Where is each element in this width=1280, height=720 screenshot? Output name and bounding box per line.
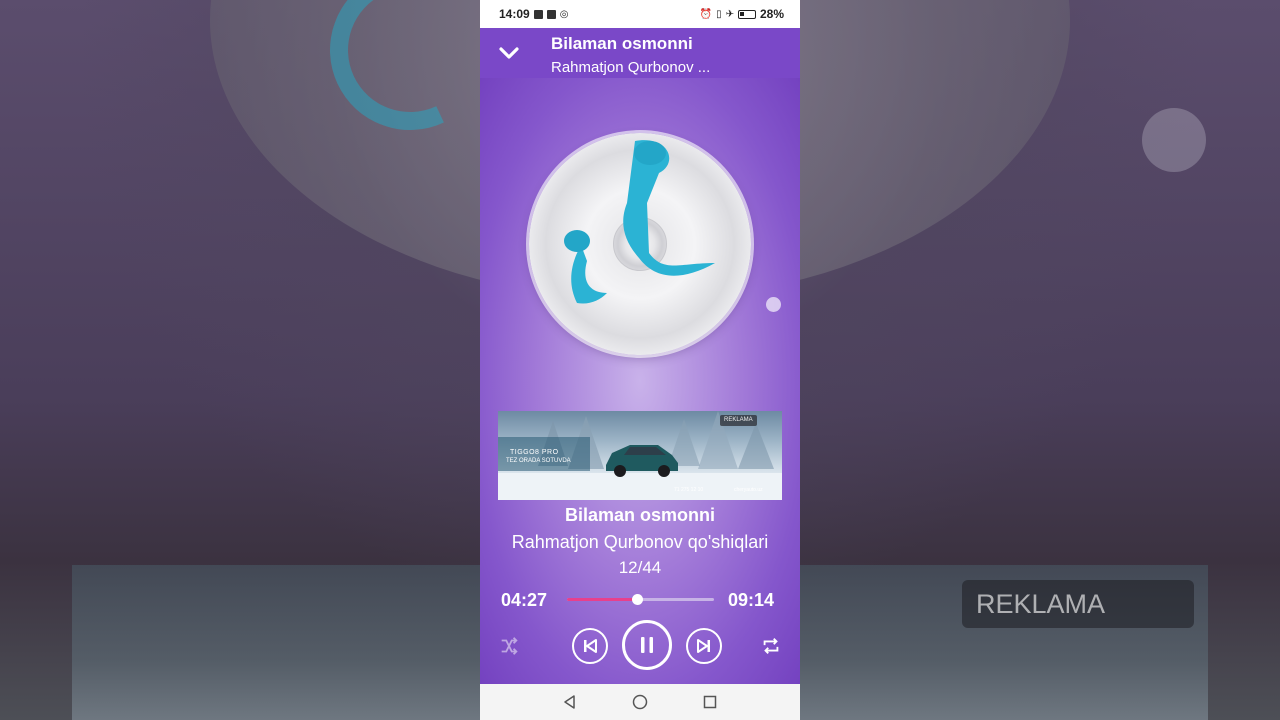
header-subtitle: Rahmatjon Qurbonov ... xyxy=(551,59,711,76)
chevron-down-icon xyxy=(499,47,519,59)
player-body: TIGGO8 PRO TEZ ORADA SOTUVDA REKLAMA 71 … xyxy=(480,78,800,684)
ad-phone: 71 275 12 10 xyxy=(674,487,704,493)
seek-bar-thumb[interactable] xyxy=(632,594,644,605)
track-title: Bilaman osmonni xyxy=(564,505,716,525)
previous-button[interactable] xyxy=(572,628,608,664)
ad-banner[interactable]: TIGGO8 PRO TEZ ORADA SOTUVDA REKLAMA 71 … xyxy=(498,411,782,500)
header-title: Bilaman osmonni xyxy=(551,34,693,53)
status-time: 14:09 xyxy=(499,7,530,21)
seek-bar[interactable] xyxy=(567,594,714,605)
backdrop-dot xyxy=(1142,108,1206,172)
nav-back-icon xyxy=(564,695,575,709)
ad-site: cheryauto.uz xyxy=(734,487,763,493)
nav-home-button[interactable] xyxy=(630,692,650,712)
skip-next-icon xyxy=(697,639,710,653)
battery-icon xyxy=(737,9,756,19)
total-time: 09:14 xyxy=(728,590,775,610)
battery-percent: 28% xyxy=(759,7,784,21)
ad-tagline: TEZ ORADA SOTUVDA xyxy=(506,458,571,464)
pause-icon xyxy=(641,637,653,653)
vibrate-icon: ▯ xyxy=(716,8,722,20)
music-note-icon xyxy=(564,140,715,304)
ad-brand: TIGGO8 PRO xyxy=(510,449,559,456)
repeat-icon xyxy=(763,638,779,654)
player-header: Bilaman osmonni Rahmatjon Qurbonov ... xyxy=(480,28,800,78)
next-button[interactable] xyxy=(686,628,722,664)
airplane-icon: ✈ xyxy=(725,8,734,20)
seek-bar-fill xyxy=(567,598,638,601)
facebook-icon-2 xyxy=(546,9,556,19)
car-image xyxy=(606,445,678,477)
collapse-button[interactable] xyxy=(494,38,524,68)
nav-home-icon xyxy=(632,694,648,710)
repeat-button[interactable] xyxy=(757,632,785,660)
track-artist: Rahmatjon Qurbonov qo'shiqlari xyxy=(511,532,769,552)
instagram-icon: ◎ xyxy=(559,8,569,20)
nav-recents-icon xyxy=(703,695,717,709)
backdrop-ad-label: REKLAMA xyxy=(962,580,1194,628)
album-disc xyxy=(529,133,751,355)
phone-screen: 14:09 ◎ ⏰ ▯ ✈ 28% Bilaman osmonni Rahmat… xyxy=(480,0,800,720)
system-nav-bar xyxy=(480,684,800,720)
ad-label: REKLAMA xyxy=(720,415,757,426)
floating-dot[interactable] xyxy=(766,297,781,312)
nav-recents-button[interactable] xyxy=(700,692,720,712)
elapsed-time: 04:27 xyxy=(501,590,548,610)
track-index: 12/44 xyxy=(618,558,662,577)
status-bar: 14:09 ◎ ⏰ ▯ ✈ 28% xyxy=(480,0,800,28)
nav-back-button[interactable] xyxy=(560,692,580,712)
facebook-icon xyxy=(533,9,543,19)
pause-button[interactable] xyxy=(622,620,672,670)
skip-previous-icon xyxy=(584,639,597,653)
playback-controls xyxy=(480,618,800,674)
shuffle-button[interactable] xyxy=(495,632,523,660)
shuffle-icon xyxy=(501,637,518,655)
alarm-icon: ⏰ xyxy=(699,8,713,20)
